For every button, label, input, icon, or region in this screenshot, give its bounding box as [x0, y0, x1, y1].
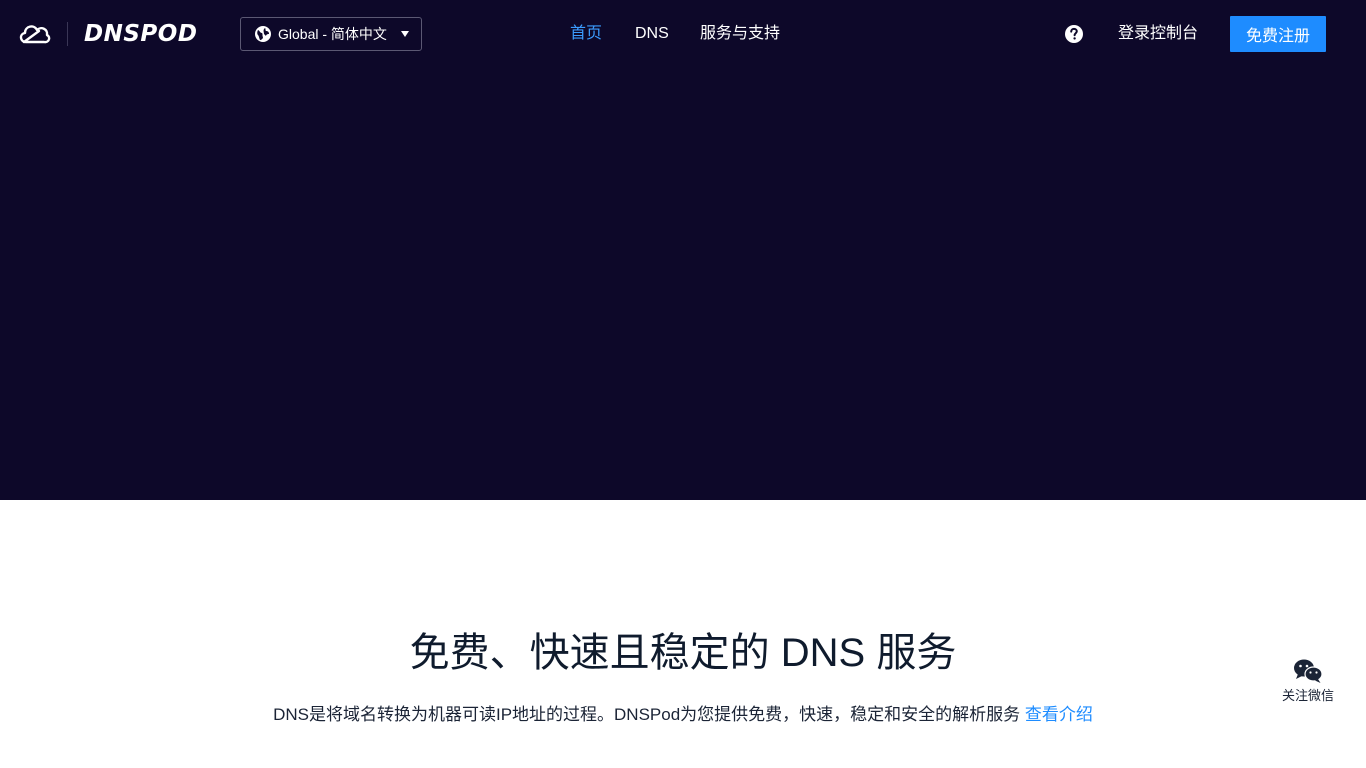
- brand-logo-text[interactable]: DNSPOD: [84, 20, 197, 48]
- free-register-button[interactable]: 免费注册: [1230, 16, 1326, 52]
- chevron-down-icon: [401, 31, 409, 37]
- wechat-follow-widget[interactable]: 关注微信: [1272, 658, 1344, 704]
- hero-banner: [0, 0, 1366, 500]
- nav-item-dns[interactable]: DNS: [635, 24, 669, 44]
- top-navigation-bar: DNSPOD Global - 简体中文 首页 DNS 服务与支持 登录控制台 …: [0, 0, 1366, 68]
- language-selector-value: Global - 简体中文: [278, 26, 387, 42]
- nav-item-home[interactable]: 首页: [570, 24, 602, 44]
- wechat-follow-label: 关注微信: [1281, 688, 1334, 703]
- view-intro-link[interactable]: 查看介绍: [1025, 705, 1093, 724]
- question-circle-icon[interactable]: [1064, 24, 1084, 44]
- wechat-icon: [1294, 659, 1323, 683]
- intro-description: DNS是将域名转换为机器可读IP地址的过程。DNSPod为您提供免费，快速，稳定…: [0, 703, 1366, 727]
- globe-icon: [255, 26, 271, 42]
- logo-divider: [67, 22, 68, 46]
- intro-title: 免费、快速且稳定的 DNS 服务: [409, 631, 957, 675]
- intro-description-text: DNS是将域名转换为机器可读IP地址的过程。DNSPod为您提供免费，快速，稳定…: [273, 705, 1021, 724]
- cloud-logo-icon[interactable]: [17, 20, 51, 48]
- login-console-link[interactable]: 登录控制台: [1118, 24, 1198, 44]
- language-selector[interactable]: Global - 简体中文: [240, 17, 422, 51]
- nav-item-support[interactable]: 服务与支持: [700, 24, 780, 44]
